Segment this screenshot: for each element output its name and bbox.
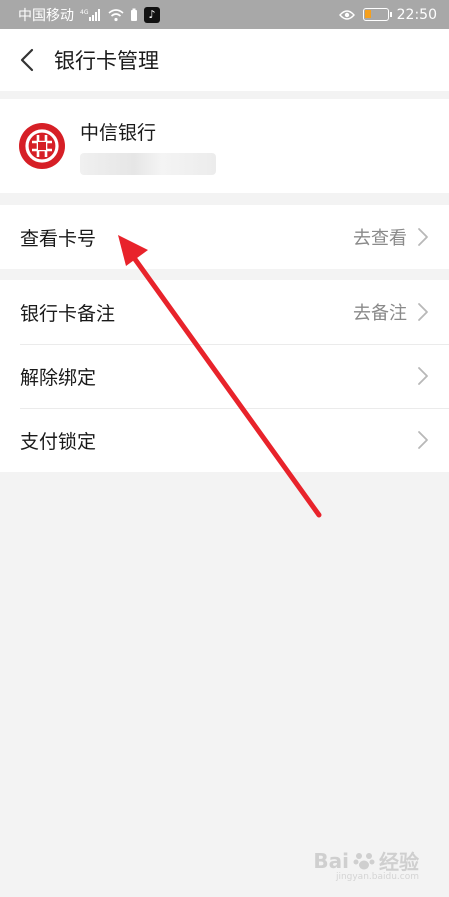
eye-icon xyxy=(338,9,355,21)
row-label: 银行卡备注 xyxy=(20,302,116,325)
masked-card-number xyxy=(80,152,216,175)
tiktok-icon: ♪ xyxy=(144,6,160,23)
view-card-number-row[interactable]: 查看卡号 去查看 xyxy=(0,205,449,269)
page-title: 银行卡管理 xyxy=(54,49,159,73)
back-button[interactable] xyxy=(0,29,54,91)
chevron-right-icon xyxy=(418,367,428,385)
clock: 22:50 xyxy=(396,6,437,23)
watermark-url: jingyan.baidu.com xyxy=(335,872,419,882)
carrier-label: 中国移动 xyxy=(18,7,74,24)
small-battery-icon xyxy=(130,8,138,22)
chevron-right-icon xyxy=(418,431,428,449)
card-remark-row[interactable]: 银行卡备注 去备注 xyxy=(0,280,449,344)
menu-group-view: 查看卡号 去查看 xyxy=(0,205,449,269)
paw-logo-icon xyxy=(353,852,375,869)
watermark-brand: Bai xyxy=(313,848,349,873)
wifi-icon xyxy=(108,8,124,22)
battery-fill xyxy=(364,10,371,18)
baidu-watermark: Bai 经验 jingyan.baidu.com xyxy=(313,846,419,883)
row-label: 支付锁定 xyxy=(20,430,97,453)
unbind-card-row[interactable]: 解除绑定 xyxy=(0,344,449,408)
watermark-suffix: 经验 xyxy=(379,850,419,874)
row-label: 查看卡号 xyxy=(20,227,97,250)
nav-header: 银行卡管理 xyxy=(0,29,449,91)
row-label: 解除绑定 xyxy=(20,366,97,389)
chevron-right-icon xyxy=(418,228,428,246)
bank-name: 中信银行 xyxy=(80,121,157,144)
status-bar: 中国移动 4G ♪ 22:50 xyxy=(0,0,449,29)
citic-bank-logo-icon xyxy=(19,123,65,169)
chevron-right-icon xyxy=(418,303,428,321)
battery-icon xyxy=(362,8,392,21)
row-action: 去查看 xyxy=(353,228,407,249)
payment-lock-row[interactable]: 支付锁定 xyxy=(0,408,449,472)
menu-group-manage: 银行卡备注 去备注 解除绑定 支付锁定 xyxy=(0,280,449,472)
row-action: 去备注 xyxy=(353,303,407,324)
svg-text:4G: 4G xyxy=(80,9,89,16)
bank-card-summary: 中信银行 xyxy=(0,99,449,193)
chevron-left-icon xyxy=(20,48,34,72)
signal-icon: 4G xyxy=(80,8,102,22)
